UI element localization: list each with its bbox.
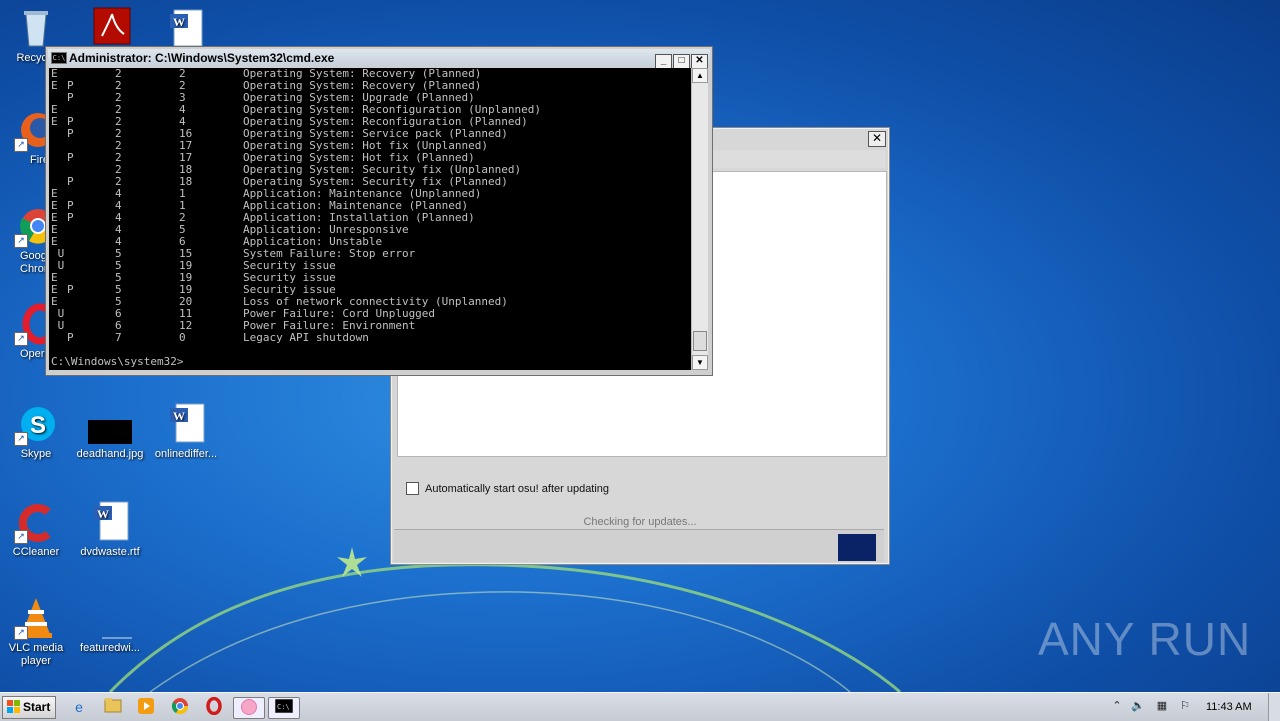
cmd-output-line: U 5 15 System Failure: Stop error (49, 248, 691, 260)
cmd-titlebar[interactable]: C:\ Administrator: C:\Windows\System32\c… (48, 49, 710, 69)
desktop-icon-label: CCleaner (12, 546, 60, 558)
ie-icon[interactable]: e (68, 697, 90, 717)
desktop-icon-featuredwi[interactable]: featuredwi... (74, 596, 146, 655)
anyrun-watermark: ANY RUN (1038, 612, 1251, 666)
desktop-icon-skype[interactable]: S ↗ Skype (0, 402, 72, 461)
chrome-icon[interactable] (169, 697, 191, 717)
shortcut-arrow-icon: ↗ (14, 432, 28, 446)
desktop-icon-ccleaner[interactable]: ↗ CCleaner (0, 500, 72, 559)
recycle-bin-icon (14, 6, 58, 50)
cmd-column-c3: 7 (115, 331, 122, 344)
scrollbar-thumb[interactable] (693, 331, 707, 351)
desktop-icon-vlc[interactable]: ↗ VLC media player (0, 596, 72, 668)
svg-text:W: W (97, 507, 109, 521)
minimize-button[interactable]: _ (655, 54, 672, 69)
cmd-column-c4: 0 (179, 331, 186, 344)
shortcut-arrow-icon: ↗ (14, 626, 28, 640)
cmd-icon[interactable]: C:\ (268, 697, 300, 719)
skype-icon: S ↗ (14, 402, 58, 446)
network-icon[interactable]: ▦ (1155, 699, 1169, 713)
desktop-icon-label: Skype (20, 448, 52, 460)
auto-start-checkbox[interactable] (406, 482, 419, 495)
show-desktop-button[interactable] (1268, 693, 1280, 721)
acrobat-pdf-icon (90, 6, 134, 50)
shortcut-arrow-icon: ↗ (14, 138, 28, 152)
update-status-text: Checking for updates... (583, 516, 697, 528)
vlc-icon: ↗ (14, 596, 58, 640)
media-player-icon[interactable] (135, 697, 157, 717)
cmd-column-c2: P (67, 127, 74, 140)
desktop-icon-dvdwaste-rtf[interactable]: W dvdwaste.rtf (74, 500, 146, 559)
cmd-column-c2: P (67, 175, 74, 188)
desktop-icon-label: dvdwaste.rtf (80, 546, 140, 558)
opera-icon[interactable] (203, 696, 225, 717)
desktop-icon-deadhand-jpg[interactable]: deadhand.jpg (74, 402, 146, 461)
show-hidden-icons-icon[interactable]: ⌃ (1110, 699, 1124, 713)
cmd-column-c2: P (67, 151, 74, 164)
word-doc-icon: W (88, 500, 132, 544)
windows-logo-icon (7, 699, 20, 713)
svg-text:W: W (173, 15, 185, 29)
cmd-prompt[interactable]: C:\Windows\system32> (51, 356, 183, 368)
cmd-window: C:\ Administrator: C:\Windows\System32\c… (45, 46, 713, 376)
maximize-button[interactable]: □ (673, 54, 690, 69)
start-button[interactable]: Start (2, 696, 56, 719)
auto-start-checkbox-label[interactable]: Automatically start osu! after updating (425, 483, 609, 495)
svg-text:W: W (173, 409, 185, 423)
desktop-icon-label: onlinediffer... (154, 448, 218, 460)
cmd-output-line: U 6 12 Power Failure: Environment (49, 320, 691, 332)
osu-icon[interactable] (233, 697, 265, 719)
cmd-column-c1: E (51, 115, 58, 128)
watermark-text: ANY RUN (1038, 613, 1252, 665)
cmd-column-c1: U (51, 319, 65, 332)
desktop-icon-onlinediffer[interactable]: W onlinediffer... (150, 402, 222, 461)
taskbar: Start e C:\ ⌃ 🔈 ▦ ⚐ 11:43 AM (0, 692, 1280, 721)
cmd-column-c2: P (67, 283, 74, 296)
shortcut-arrow-icon: ↗ (14, 332, 28, 346)
word-doc-icon: W (164, 6, 208, 50)
svg-text:C:\: C:\ (277, 703, 290, 711)
explorer-folder-icon[interactable] (102, 697, 124, 717)
cmd-column-c1: E (51, 79, 58, 92)
cmd-column-c2: P (67, 331, 74, 344)
cmd-column-c2: P (67, 91, 74, 104)
cmd-console-output[interactable]: E 2 2 Operating System: Recovery (Planned) E… (49, 68, 691, 370)
progress-indicator-block (838, 534, 876, 561)
action-center-flag-icon[interactable]: ⚐ (1178, 699, 1192, 713)
cmd-output-line: P 7 0 Legacy API shutdown (49, 332, 691, 344)
cmd-column-c5: Legacy API shutdown (243, 331, 369, 344)
update-progress-bar (394, 529, 884, 562)
desktop-icon-label: deadhand.jpg (76, 448, 144, 460)
cmd-output-line: U 5 19 Security issue (49, 260, 691, 272)
scroll-up-arrow-icon[interactable]: ▲ (692, 68, 708, 83)
desktop-icon-label: VLC media player (8, 642, 64, 667)
start-label: Start (23, 700, 51, 714)
cmd-icon: C:\ (51, 52, 67, 64)
shortcut-arrow-icon: ↗ (14, 530, 28, 544)
osu-close-button[interactable]: ✕ (868, 131, 886, 147)
shortcut-arrow-icon: ↗ (14, 234, 28, 248)
image-file-icon (88, 402, 134, 446)
close-icon: ✕ (871, 131, 883, 145)
cmd-scrollbar[interactable]: ▲ ▼ (691, 68, 708, 370)
ccleaner-icon: ↗ (14, 500, 58, 544)
cmd-column-c2: P (67, 211, 74, 224)
cmd-window-title: Administrator: C:\Windows\System32\cmd.e… (69, 51, 335, 65)
cmd-output-line: E 5 19 Security issue (49, 272, 691, 284)
scroll-down-arrow-icon[interactable]: ▼ (692, 355, 708, 370)
svg-text:S: S (30, 412, 46, 439)
close-button[interactable]: ✕ (691, 54, 708, 69)
word-doc-icon: W (164, 402, 208, 446)
blank-file-icon (88, 596, 134, 640)
clock[interactable]: 11:43 AM (1206, 701, 1252, 713)
speaker-icon[interactable]: 🔈 (1131, 699, 1145, 713)
desktop-icon-label: featuredwi... (80, 642, 140, 654)
